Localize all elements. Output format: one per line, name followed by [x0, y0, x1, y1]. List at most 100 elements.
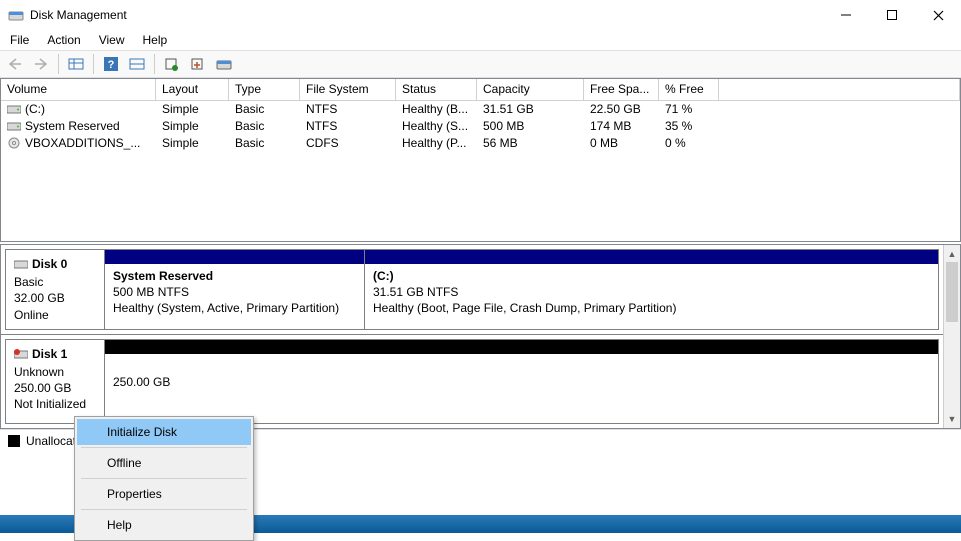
- menu-file[interactable]: File: [4, 31, 35, 49]
- col-pctfree[interactable]: % Free: [659, 79, 719, 101]
- context-menu-initialize-disk[interactable]: Initialize Disk: [77, 419, 251, 445]
- volume-pct: 71 %: [659, 101, 719, 118]
- volume-free: 22.50 GB: [584, 101, 659, 118]
- col-type[interactable]: Type: [229, 79, 300, 101]
- partition-health: Healthy (Boot, Page File, Crash Dump, Pr…: [373, 301, 676, 315]
- partition-size: 250.00 GB: [113, 375, 170, 389]
- volume-capacity: 31.51 GB: [477, 101, 584, 118]
- drive-icon: [7, 103, 21, 118]
- disk-size: 32.00 GB: [14, 291, 65, 305]
- context-menu-offline[interactable]: Offline: [77, 450, 251, 476]
- disk-type: Unknown: [14, 365, 64, 379]
- disk-graphical-pane: Disk 0 Basic 32.00 GB Online System Rese…: [0, 244, 961, 429]
- partition-name: (C:): [373, 269, 394, 283]
- volume-name: System Reserved: [25, 119, 120, 133]
- back-button[interactable]: [4, 53, 26, 75]
- legend-label: Unallocated: [26, 434, 76, 448]
- app-icon: [8, 7, 24, 23]
- col-filesystem[interactable]: File System: [300, 79, 396, 101]
- menu-view[interactable]: View: [93, 31, 131, 49]
- volume-free: 174 MB: [584, 118, 659, 135]
- svg-text:?: ?: [108, 59, 115, 71]
- context-menu-separator: [81, 509, 247, 510]
- disk-partitions-1: 250.00 GB: [105, 339, 939, 424]
- partition-health: Healthy (System, Active, Primary Partiti…: [113, 301, 339, 315]
- context-menu-separator: [81, 447, 247, 448]
- disk-info-1[interactable]: Disk 1 Unknown 250.00 GB Not Initialized: [5, 339, 105, 424]
- context-menu-help[interactable]: Help: [77, 512, 251, 538]
- menu-action[interactable]: Action: [41, 31, 86, 49]
- volume-row[interactable]: VBOXADDITIONS_... Simple Basic CDFS Heal…: [1, 135, 960, 152]
- minimize-button[interactable]: [823, 0, 869, 30]
- toolbar: ?: [0, 50, 961, 78]
- volume-status: Healthy (S...: [396, 118, 477, 135]
- col-status[interactable]: Status: [396, 79, 477, 101]
- menu-help[interactable]: Help: [137, 31, 174, 49]
- col-spacer: [719, 79, 960, 101]
- disk-row-1: Disk 1 Unknown 250.00 GB Not Initialized…: [1, 335, 943, 428]
- forward-button[interactable]: [30, 53, 52, 75]
- disk-label: Disk 0: [32, 257, 67, 271]
- disk-status: Not Initialized: [14, 396, 86, 412]
- disk-label: Disk 1: [32, 347, 67, 361]
- toolbar-layout-button[interactable]: [126, 53, 148, 75]
- volume-type: Basic: [229, 101, 300, 118]
- disk-unknown-icon: [14, 348, 28, 364]
- disk-partitions-0: System Reserved 500 MB NTFS Healthy (Sys…: [105, 249, 939, 330]
- volume-capacity: 56 MB: [477, 135, 584, 152]
- legend-swatch-unallocated: [8, 435, 20, 447]
- partition-size: 500 MB NTFS: [113, 285, 189, 299]
- volume-list: Volume Layout Type File System Status Ca…: [0, 78, 961, 242]
- title-bar: Disk Management: [0, 0, 961, 30]
- disk-row-0: Disk 0 Basic 32.00 GB Online System Rese…: [1, 245, 943, 335]
- volume-type: Basic: [229, 135, 300, 152]
- volume-layout: Simple: [156, 135, 229, 152]
- context-menu-properties[interactable]: Properties: [77, 481, 251, 507]
- help-icon[interactable]: ?: [100, 53, 122, 75]
- partition-c[interactable]: (C:) 31.51 GB NTFS Healthy (Boot, Page F…: [365, 250, 938, 329]
- cd-icon: [7, 137, 21, 152]
- col-layout[interactable]: Layout: [156, 79, 229, 101]
- toolbar-view-button[interactable]: [65, 53, 87, 75]
- partition-size: 31.51 GB NTFS: [373, 285, 458, 299]
- toolbar-settings-button[interactable]: [161, 53, 183, 75]
- toolbar-action-button[interactable]: [187, 53, 209, 75]
- toolbar-disk-button[interactable]: [213, 53, 235, 75]
- col-freespace[interactable]: Free Spa...: [584, 79, 659, 101]
- partition-unallocated[interactable]: 250.00 GB: [105, 340, 938, 423]
- disk-type: Basic: [14, 275, 43, 289]
- maximize-button[interactable]: [869, 0, 915, 30]
- partition-name: System Reserved: [113, 269, 213, 283]
- volume-row[interactable]: System Reserved Simple Basic NTFS Health…: [1, 118, 960, 135]
- volume-pct: 0 %: [659, 135, 719, 152]
- window-title: Disk Management: [30, 8, 823, 22]
- context-menu: Initialize Disk Offline Properties Help: [74, 416, 254, 541]
- scroll-down-icon[interactable]: ▼: [944, 411, 960, 428]
- disk-info-0[interactable]: Disk 0 Basic 32.00 GB Online: [5, 249, 105, 330]
- volume-layout: Simple: [156, 118, 229, 135]
- disk-icon: [14, 258, 28, 274]
- volume-status: Healthy (P...: [396, 135, 477, 152]
- col-volume[interactable]: Volume: [1, 79, 156, 101]
- vertical-scrollbar[interactable]: ▲ ▼: [943, 245, 960, 428]
- volume-fs: CDFS: [300, 135, 396, 152]
- partition-stripe: [365, 250, 938, 264]
- volume-list-body: (C:) Simple Basic NTFS Healthy (B... 31.…: [1, 101, 960, 241]
- disk-status: Online: [14, 308, 49, 322]
- col-capacity[interactable]: Capacity: [477, 79, 584, 101]
- scroll-up-icon[interactable]: ▲: [944, 245, 960, 262]
- context-menu-separator: [81, 478, 247, 479]
- volume-fs: NTFS: [300, 101, 396, 118]
- menu-bar: File Action View Help: [0, 30, 961, 50]
- close-button[interactable]: [915, 0, 961, 30]
- volume-type: Basic: [229, 118, 300, 135]
- scroll-thumb[interactable]: [946, 262, 958, 322]
- volume-fs: NTFS: [300, 118, 396, 135]
- volume-list-header: Volume Layout Type File System Status Ca…: [1, 79, 960, 101]
- disk-size: 250.00 GB: [14, 381, 71, 395]
- window-controls: [823, 0, 961, 30]
- partition-system-reserved[interactable]: System Reserved 500 MB NTFS Healthy (Sys…: [105, 250, 365, 329]
- volume-layout: Simple: [156, 101, 229, 118]
- partition-stripe: [105, 250, 364, 264]
- volume-row[interactable]: (C:) Simple Basic NTFS Healthy (B... 31.…: [1, 101, 960, 118]
